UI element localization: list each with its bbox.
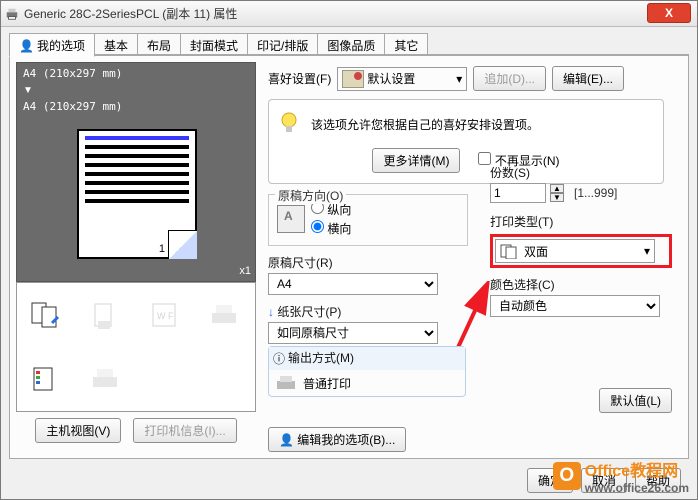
- preview-page-num: 1: [159, 243, 165, 255]
- arrow-down-icon: ▼: [17, 85, 255, 96]
- hint-text: 该选项允许您根据自己的喜好安排设置项。: [311, 116, 539, 133]
- spin-down-button[interactable]: ▼: [550, 193, 564, 202]
- bulb-icon: [279, 112, 299, 136]
- output-label: 输出方式(M): [288, 349, 354, 366]
- page-preview: A4 (210x297 mm) ▼ A4 (210x297 mm) 1 x1: [16, 62, 256, 282]
- copies-input[interactable]: [490, 183, 546, 203]
- down-arrow-icon: ↓: [268, 305, 274, 319]
- print-type-label: 打印类型(T): [490, 213, 672, 230]
- thumb-color-icon[interactable]: [17, 347, 77, 411]
- output-value: 普通打印: [303, 375, 351, 392]
- duplex-icon: [500, 243, 518, 259]
- thumb-doc-icon[interactable]: [77, 283, 137, 347]
- printer-icon: [5, 7, 19, 21]
- thumb-printer2-icon[interactable]: [77, 347, 137, 411]
- preview-paper-from: A4 (210x297 mm): [17, 63, 255, 85]
- favorite-icon: [342, 70, 364, 88]
- office-logo-icon: O: [553, 462, 581, 490]
- original-size-label: 原稿尺寸(R): [268, 254, 468, 271]
- preview-paper-to: A4 (210x297 mm): [17, 96, 255, 118]
- close-button[interactable]: X: [647, 3, 691, 23]
- color-select[interactable]: 自动颜色: [490, 295, 660, 317]
- info-icon: ⓘ: [273, 350, 285, 367]
- tab-my-options[interactable]: 👤我的选项: [9, 33, 95, 57]
- preview-count: x1: [239, 265, 251, 277]
- orientation-icon: [277, 205, 305, 233]
- person-icon: 👤: [19, 39, 34, 53]
- thumb-grid: W F: [16, 282, 256, 412]
- right-column: 份数(S) ▲ ▼ [1...999] 打印类型(T) 双面 ▾ 颜色选择(C)…: [490, 164, 672, 317]
- copies-label: 份数(S): [490, 164, 672, 181]
- edit-favorite-button[interactable]: 编辑(E)...: [552, 66, 624, 91]
- edit-my-options-button[interactable]: 👤 编辑我的选项(B)...: [268, 427, 406, 452]
- favorite-select[interactable]: 默认设置 ▾: [337, 67, 467, 91]
- more-details-button[interactable]: 更多详情(M): [372, 148, 460, 173]
- output-group: ⓘ输出方式(M) 普通打印: [268, 346, 466, 397]
- chevron-down-icon: ▾: [456, 72, 462, 86]
- thumb-wordart-icon[interactable]: W F: [136, 283, 196, 347]
- add-favorite-button[interactable]: 追加(D)...: [473, 66, 546, 91]
- host-view-button[interactable]: 主机视图(V): [35, 418, 121, 443]
- watermark: O Office教程网 www.office26.com: [553, 457, 689, 495]
- print-type-highlight: 双面 ▾: [490, 234, 672, 268]
- titlebar: Generic 28C-2SeriesPCL (副本 11) 属性 X: [1, 1, 697, 27]
- orientation-group: 原稿方向(O) 纵向 横向: [268, 194, 468, 246]
- favorite-label: 喜好设置(F): [268, 70, 331, 87]
- svg-text:W F: W F: [157, 311, 174, 321]
- left-pane: A4 (210x297 mm) ▼ A4 (210x297 mm) 1 x1 W…: [16, 62, 256, 443]
- window-title: Generic 28C-2SeriesPCL (副本 11) 属性: [24, 5, 693, 22]
- original-size-select[interactable]: A4: [268, 273, 438, 295]
- thumb-layout-icon[interactable]: [17, 283, 77, 347]
- landscape-radio[interactable]: 横向: [311, 220, 351, 237]
- printer-output-icon: [275, 374, 297, 392]
- copies-range: [1...999]: [574, 186, 617, 200]
- defaults-button[interactable]: 默认值(L): [599, 388, 672, 413]
- preview-sheet: 1: [77, 129, 197, 259]
- chevron-down-icon: ▾: [644, 244, 650, 258]
- spin-up-button[interactable]: ▲: [550, 184, 564, 193]
- thumb-printer1-icon[interactable]: [196, 283, 256, 347]
- printer-info-button[interactable]: 打印机信息(I)...: [133, 418, 236, 443]
- paper-size-select[interactable]: 如同原稿尺寸: [268, 322, 438, 344]
- paper-size-label: 纸张尺寸(P): [277, 305, 341, 319]
- color-label: 颜色选择(C): [490, 276, 672, 293]
- person-icon: 👤: [279, 433, 294, 447]
- content-panel: A4 (210x297 mm) ▼ A4 (210x297 mm) 1 x1 W…: [9, 55, 689, 459]
- print-type-select[interactable]: 双面 ▾: [495, 239, 655, 263]
